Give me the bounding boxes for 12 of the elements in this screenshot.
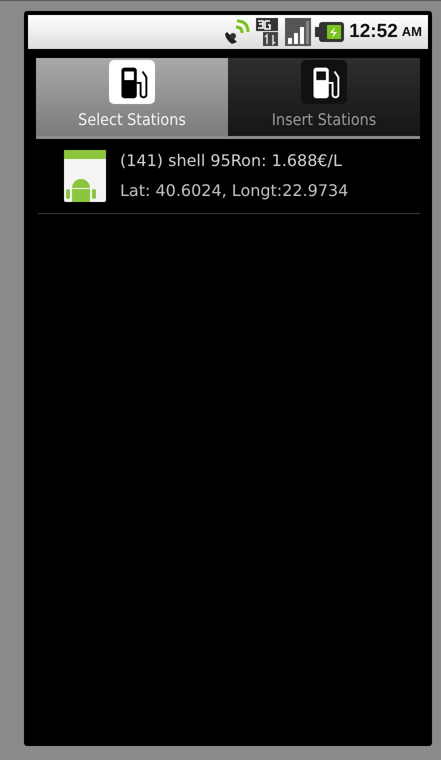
battery-charging-icon <box>315 21 346 43</box>
fuel-pump-icon <box>109 60 155 104</box>
station-title: (141) shell 95Ron: 1.688€/L <box>120 150 343 172</box>
tab[interactable]: Insert Stations <box>228 58 420 136</box>
android-app-icon <box>64 150 106 202</box>
tab[interactable]: Select Stations <box>36 58 228 136</box>
gps-icon <box>223 18 252 46</box>
clock-period: AM <box>402 23 422 42</box>
clock: 12:52 <box>349 20 398 44</box>
station-coordinates: Lat: 40.6024, Longt:22.9734 <box>120 180 348 202</box>
signal-icon <box>285 18 312 46</box>
fuel-pump-icon <box>301 60 347 104</box>
